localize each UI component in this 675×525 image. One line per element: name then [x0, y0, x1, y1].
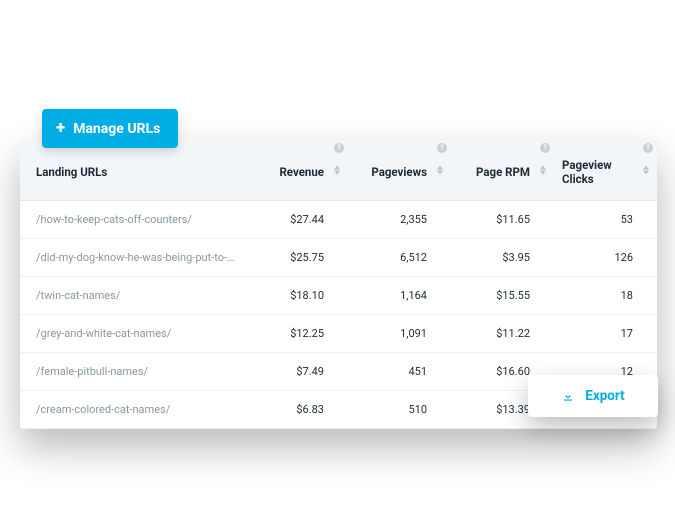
table-header: Landing URLs Revenue ? Pageviews ? Page … [20, 140, 657, 201]
sort-icon[interactable] [643, 166, 651, 175]
cell-pageviews: 1,091 [348, 315, 451, 352]
col-page-rpm-label: Page RPM [476, 165, 530, 179]
col-pageviews-label: Pageviews [371, 165, 427, 179]
cell-url[interactable]: /cream-colored-cat-names/ [20, 391, 245, 428]
table-row[interactable]: /how-to-keep-cats-off-counters/ $27.44 2… [20, 201, 657, 239]
col-page-rpm[interactable]: Page RPM ? [451, 140, 554, 200]
cell-revenue: $6.83 [245, 391, 348, 428]
cell-pageviews: 510 [348, 391, 451, 428]
cell-rpm: $11.22 [451, 315, 554, 352]
manage-urls-label: Manage URLs [73, 121, 160, 137]
cell-pageviews: 1,164 [348, 277, 451, 314]
sort-icon[interactable] [334, 166, 342, 175]
cell-revenue: $12.25 [245, 315, 348, 352]
col-pageviews[interactable]: Pageviews ? [348, 140, 451, 200]
cell-url[interactable]: /female-pitbull-names/ [20, 353, 245, 390]
col-pageview-clicks[interactable]: Pageview Clicks ? [554, 140, 657, 200]
cell-revenue: $25.75 [245, 239, 348, 276]
col-landing-urls[interactable]: Landing URLs [20, 140, 245, 200]
help-icon[interactable]: ? [334, 143, 344, 153]
table-row[interactable]: /twin-cat-names/ $18.10 1,164 $15.55 18 [20, 277, 657, 315]
cell-url[interactable]: /how-to-keep-cats-off-counters/ [20, 201, 245, 238]
cell-url[interactable]: /did-my-dog-know-he-was-being-put-to-sle… [20, 239, 245, 276]
plus-icon: + [56, 120, 65, 137]
sort-icon[interactable] [437, 166, 445, 175]
cell-clicks: 18 [554, 277, 657, 314]
cell-pageviews: 2,355 [348, 201, 451, 238]
cell-url[interactable]: /grey-and-white-cat-names/ [20, 315, 245, 352]
cell-rpm: $15.55 [451, 277, 554, 314]
help-icon[interactable]: ? [643, 143, 653, 153]
export-button[interactable]: Export [528, 375, 658, 417]
help-icon[interactable]: ? [437, 143, 447, 153]
cell-revenue: $18.10 [245, 277, 348, 314]
cell-pageviews: 451 [348, 353, 451, 390]
cell-rpm: $3.95 [451, 239, 554, 276]
col-revenue-label: Revenue [279, 165, 324, 179]
export-label: Export [585, 388, 625, 404]
cell-pageviews: 6,512 [348, 239, 451, 276]
download-icon [561, 389, 575, 403]
sort-icon[interactable] [540, 166, 548, 175]
table-row[interactable]: /grey-and-white-cat-names/ $12.25 1,091 … [20, 315, 657, 353]
cell-clicks: 17 [554, 315, 657, 352]
manage-urls-button[interactable]: + Manage URLs [42, 109, 178, 148]
cell-url[interactable]: /twin-cat-names/ [20, 277, 245, 314]
col-landing-urls-label: Landing URLs [36, 165, 107, 179]
cell-clicks: 53 [554, 201, 657, 238]
col-pageview-clicks-label: Pageview Clicks [562, 158, 633, 186]
cell-rpm: $11.65 [451, 201, 554, 238]
col-revenue[interactable]: Revenue ? [245, 140, 348, 200]
cell-revenue: $27.44 [245, 201, 348, 238]
table-row[interactable]: /did-my-dog-know-he-was-being-put-to-sle… [20, 239, 657, 277]
cell-clicks: 126 [554, 239, 657, 276]
help-icon[interactable]: ? [540, 143, 550, 153]
cell-revenue: $7.49 [245, 353, 348, 390]
